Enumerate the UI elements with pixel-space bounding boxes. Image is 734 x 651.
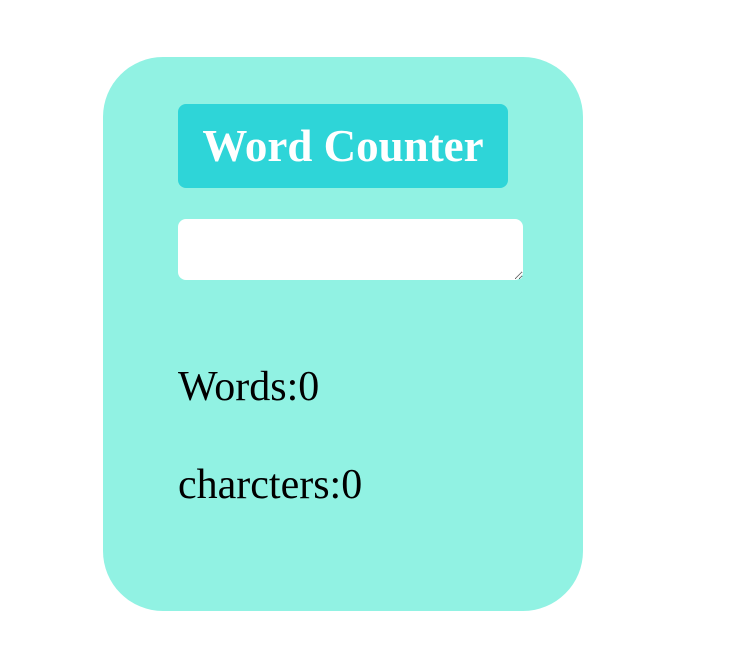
character-count: charcters:0 [178, 460, 362, 510]
word-count-label: Words: [178, 364, 299, 410]
text-input[interactable] [178, 219, 523, 280]
page: Word Counter Words:0 charcters:0 [0, 0, 734, 651]
app-title: Word Counter [178, 104, 508, 188]
character-count-label: charcters: [178, 462, 342, 508]
word-counter-card: Word Counter Words:0 charcters:0 [103, 57, 583, 611]
word-count-value: 0 [298, 364, 320, 410]
word-count: Words:0 [178, 362, 319, 412]
character-count-value: 0 [341, 462, 363, 508]
